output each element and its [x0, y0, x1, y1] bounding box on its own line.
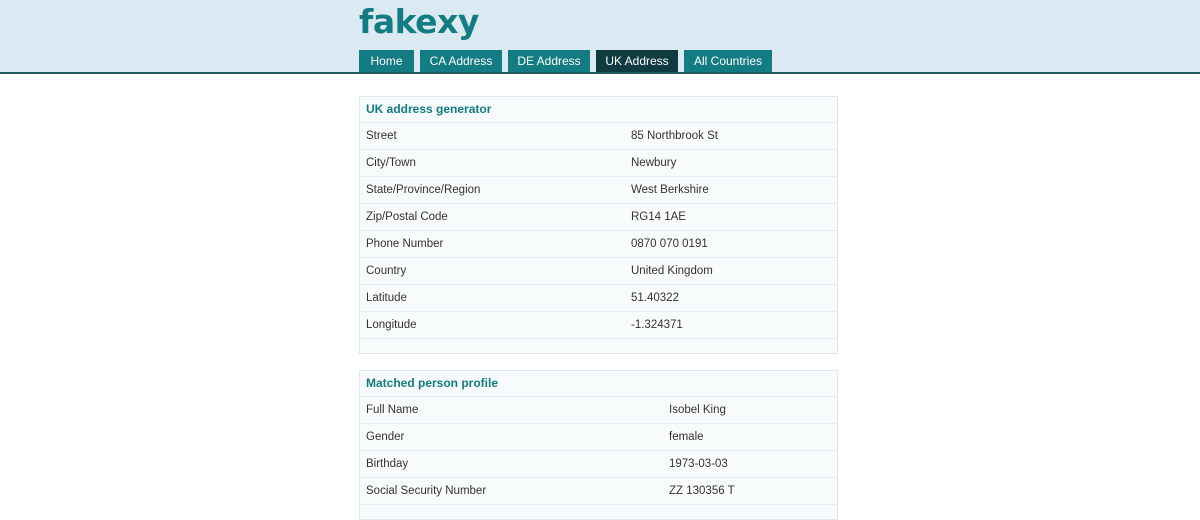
address-row-city: City/Town Newbury: [360, 150, 837, 177]
person-panel-title: Matched person profile: [360, 371, 837, 397]
nav-tab-all-countries[interactable]: All Countries: [684, 50, 772, 72]
row-value: Newbury: [631, 157, 677, 169]
row-label: Phone Number: [366, 238, 444, 250]
site-header: fakexy Home CA Address DE Address UK Add…: [0, 0, 1200, 74]
panel-footer: [360, 505, 837, 519]
address-row-phone: Phone Number 0870 070 0191: [360, 231, 837, 258]
nav-tab-ca-address[interactable]: CA Address: [420, 50, 502, 72]
row-label: Birthday: [366, 458, 409, 470]
row-label: Full Name: [366, 404, 419, 416]
row-label: State/Province/Region: [366, 184, 481, 196]
row-label: Gender: [366, 431, 405, 443]
row-value: -1.324371: [631, 319, 683, 331]
person-row-gender: Gender female: [360, 424, 837, 451]
row-label: Zip/Postal Code: [366, 211, 448, 223]
address-row-state: State/Province/Region West Berkshire: [360, 177, 837, 204]
address-row-street: Street 85 Northbrook St: [360, 123, 837, 150]
address-row-zip: Zip/Postal Code RG14 1AE: [360, 204, 837, 231]
row-value: United Kingdom: [631, 265, 713, 277]
site-logo[interactable]: fakexy: [359, 2, 479, 41]
person-row-ssn: Social Security Number ZZ 130356 T: [360, 478, 837, 505]
row-label: Street: [366, 130, 397, 142]
row-value: West Berkshire: [631, 184, 709, 196]
row-value: Isobel King: [669, 404, 726, 416]
person-row-full-name: Full Name Isobel King: [360, 397, 837, 424]
nav-tab-uk-address[interactable]: UK Address: [596, 50, 678, 72]
address-row-longitude: Longitude -1.324371: [360, 312, 837, 339]
panel-footer: [360, 339, 837, 353]
row-value: 0870 070 0191: [631, 238, 708, 250]
nav-tab-de-address[interactable]: DE Address: [508, 50, 590, 72]
row-label: Latitude: [366, 292, 407, 304]
address-panel-title: UK address generator: [360, 97, 837, 123]
person-row-birthday: Birthday 1973-03-03: [360, 451, 837, 478]
person-panel: Matched person profile Full Name Isobel …: [359, 370, 838, 520]
address-panel: UK address generator Street 85 Northbroo…: [359, 96, 838, 354]
address-row-latitude: Latitude 51.40322: [360, 285, 837, 312]
row-label: Longitude: [366, 319, 417, 331]
row-value: 51.40322: [631, 292, 679, 304]
row-label: Country: [366, 265, 407, 277]
row-value: ZZ 130356 T: [669, 485, 735, 497]
row-value: RG14 1AE: [631, 211, 686, 223]
row-value: 1973-03-03: [669, 458, 728, 470]
nav-tab-home[interactable]: Home: [359, 50, 414, 72]
row-label: City/Town: [366, 157, 416, 169]
row-label: Social Security Number: [366, 485, 487, 497]
row-value: 85 Northbrook St: [631, 130, 718, 142]
address-row-country: Country United Kingdom: [360, 258, 837, 285]
row-value: female: [669, 431, 704, 443]
